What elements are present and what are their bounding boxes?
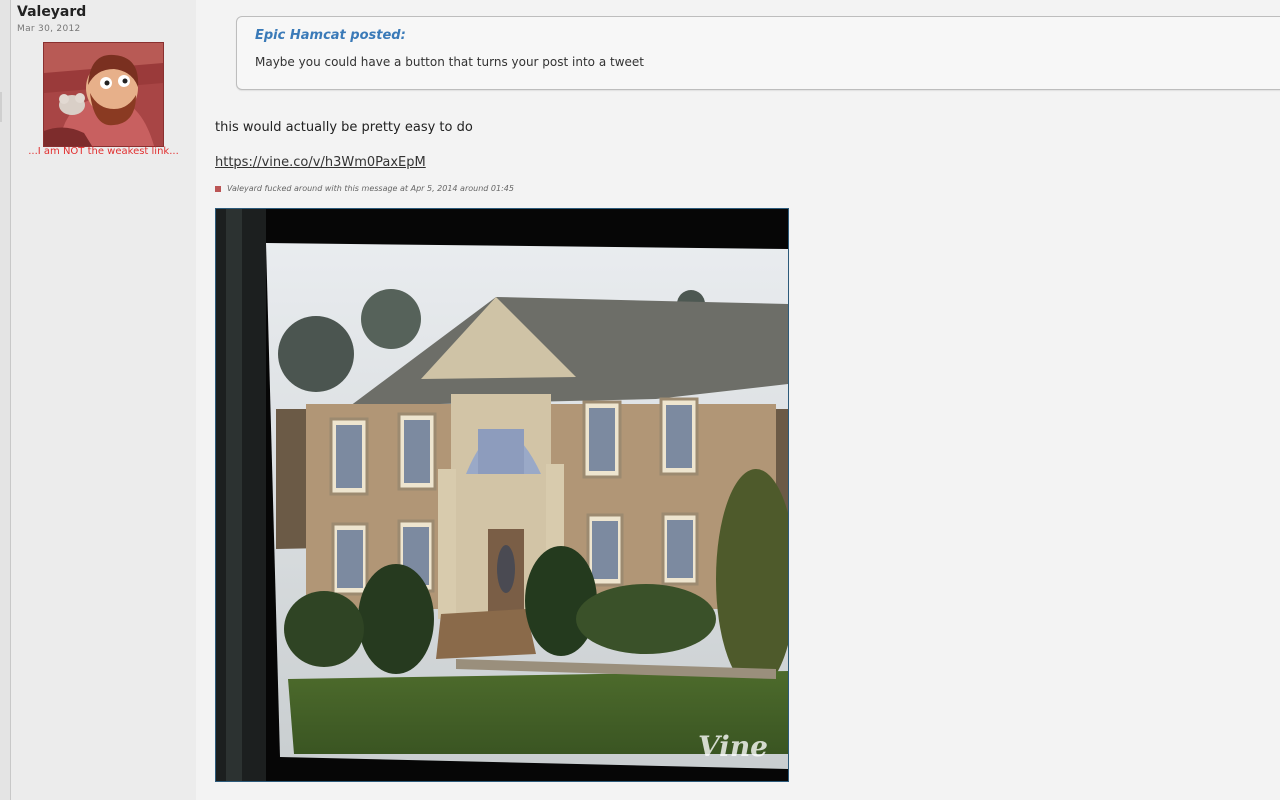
user-info-column: Valeyard Mar 30, 2012 ...I am NOT the we… [11, 0, 196, 800]
post-content: Epic Hamcat posted: Maybe you could have… [196, 0, 1280, 800]
avatar [43, 42, 164, 147]
quote-text: Maybe you could have a button that turns… [255, 55, 644, 69]
vine-logo: Vine [697, 730, 768, 763]
post-body-text: this would actually be pretty easy to do [215, 120, 473, 135]
edit-note: Valeyard fucked around with this message… [215, 184, 514, 193]
username[interactable]: Valeyard [17, 4, 86, 20]
user-title: ...I am NOT the weakest link... [28, 146, 179, 157]
join-date: Mar 30, 2012 [17, 24, 81, 34]
left-gutter [0, 0, 11, 800]
vine-video-embed[interactable]: Vine [215, 208, 789, 782]
gutter-marker [0, 92, 2, 122]
quote-author[interactable]: Epic Hamcat posted: [255, 28, 406, 43]
edit-note-text: Valeyard fucked around with this message… [227, 184, 514, 193]
video-frame-image [216, 209, 788, 781]
edit-marker-icon [215, 185, 221, 192]
quote-block: Epic Hamcat posted: Maybe you could have… [236, 16, 1280, 90]
vine-link[interactable]: https://vine.co/v/h3Wm0PaxEpM [215, 155, 426, 170]
